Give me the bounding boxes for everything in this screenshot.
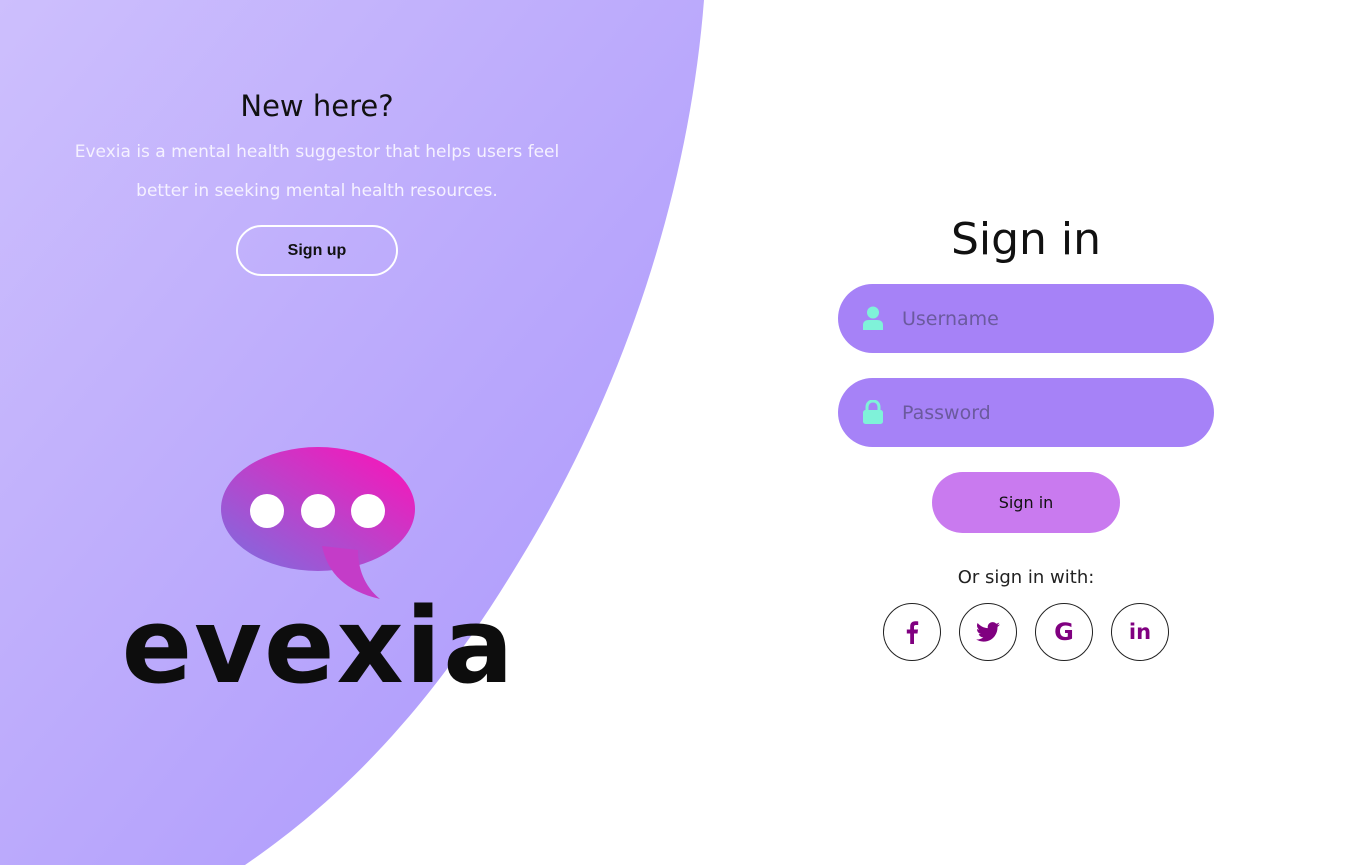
social-buttons: G in [838,603,1214,661]
google-button[interactable]: G [1035,603,1093,661]
sign-in-button[interactable]: Sign in [932,472,1120,533]
sign-up-button[interactable]: Sign up [236,225,398,276]
linkedin-icon: in [1128,620,1152,644]
logo-wordmark: evexia [121,585,516,707]
login-page: New here? Evexia is a mental health sugg… [0,0,1360,865]
linkedin-button[interactable]: in [1111,603,1169,661]
twitter-button[interactable] [959,603,1017,661]
facebook-icon [906,621,919,644]
google-icon: G [1054,618,1074,646]
password-field [838,378,1214,447]
facebook-button[interactable] [883,603,941,661]
user-icon [863,306,883,330]
password-input[interactable] [902,378,1192,447]
username-field [838,284,1214,353]
left-panel-title: New here? [240,89,394,123]
left-panel: New here? Evexia is a mental health sugg… [37,86,597,276]
social-sign-in-label: Or sign in with: [957,567,1095,588]
left-panel-description: Evexia is a mental health suggestor that… [74,142,560,201]
username-input[interactable] [902,284,1192,353]
twitter-icon [976,622,1000,642]
sign-in-title: Sign in [950,214,1102,265]
lock-icon [863,400,883,424]
speech-bubble-icon [221,447,415,599]
evexia-logo: evexia [96,446,541,700]
sign-in-form: Sign in Sign in Or sign in with: [838,210,1214,661]
